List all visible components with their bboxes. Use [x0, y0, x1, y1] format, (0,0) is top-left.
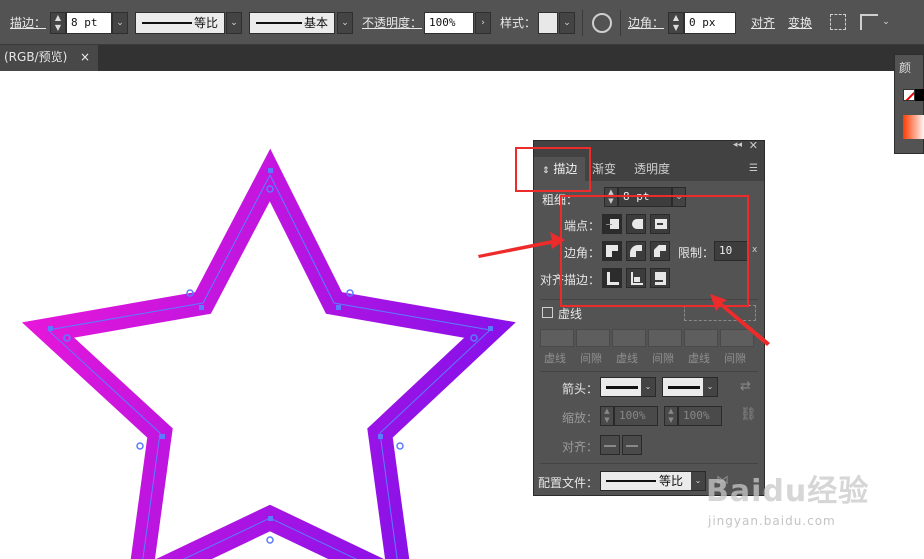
- annotation-arrow-left: [478, 232, 565, 258]
- watermark-url: jingyan.baidu.com: [708, 514, 836, 528]
- watermark-brand: Baidu经验: [706, 474, 870, 509]
- baidu-watermark: Baidu经验 jingyan.baidu.com: [706, 456, 916, 536]
- annotation-arrow-right: [710, 294, 770, 346]
